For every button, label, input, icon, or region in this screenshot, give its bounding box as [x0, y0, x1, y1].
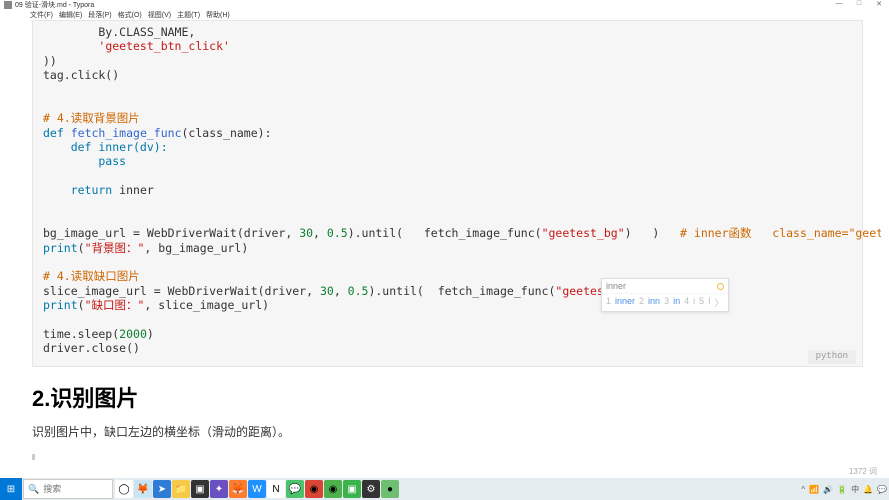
app-chrome-dev[interactable]: ◉ [305, 480, 323, 498]
app-firefox[interactable]: 🦊 [229, 480, 247, 498]
search-input[interactable] [43, 484, 103, 494]
search-icon: 🔍 [28, 484, 39, 495]
app-settings[interactable]: ⚙ [362, 480, 380, 498]
app-pycharm[interactable]: ▣ [343, 480, 361, 498]
tray-action-center-icon[interactable]: 💬 [877, 485, 887, 494]
app-explorer[interactable]: 📁 [172, 480, 190, 498]
taskbar-apps: ◯ 🦊 ➤ 📁 ▣ ✦ 🦊 W N 💬 ◉ ◉ ▣ ⚙ ● [115, 480, 399, 498]
app-chrome[interactable]: ◉ [324, 480, 342, 498]
app-1[interactable]: 🦊 [134, 480, 152, 498]
title-bar: 09 验证-滑块.md - Typora — □ ✕ [0, 0, 889, 10]
start-button[interactable]: ⊞ [0, 478, 22, 500]
taskbar: ⊞ 🔍 ◯ 🦊 ➤ 📁 ▣ ✦ 🦊 W N 💬 ◉ ◉ ▣ ⚙ ● ^ 📶 🔊 … [0, 478, 889, 500]
window-title: 09 验证-滑块.md - Typora [15, 0, 94, 10]
section-heading[interactable]: 2.识别图片 [32, 381, 881, 413]
app-spotify[interactable]: ● [381, 480, 399, 498]
app-wechat[interactable]: 💬 [286, 480, 304, 498]
blockquote[interactable]: 背景图： [32, 454, 881, 460]
autocomplete-items: 1inner 2inn 3in 4i 5I 〉 [602, 294, 728, 311]
taskbar-search[interactable]: 🔍 [23, 479, 113, 499]
paragraph[interactable]: 识别图片中，缺口左边的横坐标（滑动的距离）。 [32, 423, 881, 440]
tray-network-icon[interactable]: 📶 [809, 485, 819, 494]
autocomplete-item[interactable]: i [693, 296, 695, 309]
autocomplete-item[interactable]: inner [615, 296, 635, 309]
bulb-icon[interactable] [717, 283, 724, 290]
tray-overflow-icon[interactable]: ^ [801, 485, 805, 494]
tray-battery-icon[interactable]: 🔋 [837, 485, 847, 494]
tray-volume-icon[interactable]: 🔊 [823, 485, 833, 494]
app-cortana[interactable]: ◯ [115, 480, 133, 498]
status-bar: 1372 词 [0, 466, 889, 478]
editor-content[interactable]: By.CLASS_NAME, 'geetest_btn_click' )) ta… [32, 20, 881, 460]
autocomplete-popup[interactable]: inner 1inner 2inn 3in 4i 5I 〉 [601, 278, 729, 312]
code-block[interactable]: By.CLASS_NAME, 'geetest_btn_click' )) ta… [32, 20, 863, 367]
system-tray: ^ 📶 🔊 🔋 中 🔔 💬 [801, 484, 887, 495]
close-button[interactable]: ✕ [869, 0, 889, 10]
word-count[interactable]: 1372 词 [849, 467, 877, 476]
app-word[interactable]: W [248, 480, 266, 498]
app-sublime[interactable]: ✦ [210, 480, 228, 498]
tray-ime-icon[interactable]: 中 [851, 484, 859, 495]
autocomplete-query-row: inner [602, 279, 728, 294]
app-terminal[interactable]: ▣ [191, 480, 209, 498]
app-notion[interactable]: N [267, 480, 285, 498]
autocomplete-item[interactable]: I [708, 296, 711, 309]
tray-notifications-icon[interactable]: 🔔 [863, 485, 873, 494]
window-controls: — □ ✕ [829, 0, 889, 10]
minimize-button[interactable]: — [829, 0, 849, 10]
app-2[interactable]: ➤ [153, 480, 171, 498]
autocomplete-item[interactable]: inn [648, 296, 660, 309]
autocomplete-query: inner [606, 281, 626, 291]
autocomplete-item[interactable]: in [673, 296, 680, 309]
code-pre: By.CLASS_NAME, 'geetest_btn_click' )) ta… [43, 25, 852, 356]
code-language-label: python [808, 350, 856, 363]
autocomplete-more-icon[interactable]: 〉 [715, 296, 724, 309]
maximize-button[interactable]: □ [849, 0, 869, 10]
app-icon [4, 1, 12, 9]
